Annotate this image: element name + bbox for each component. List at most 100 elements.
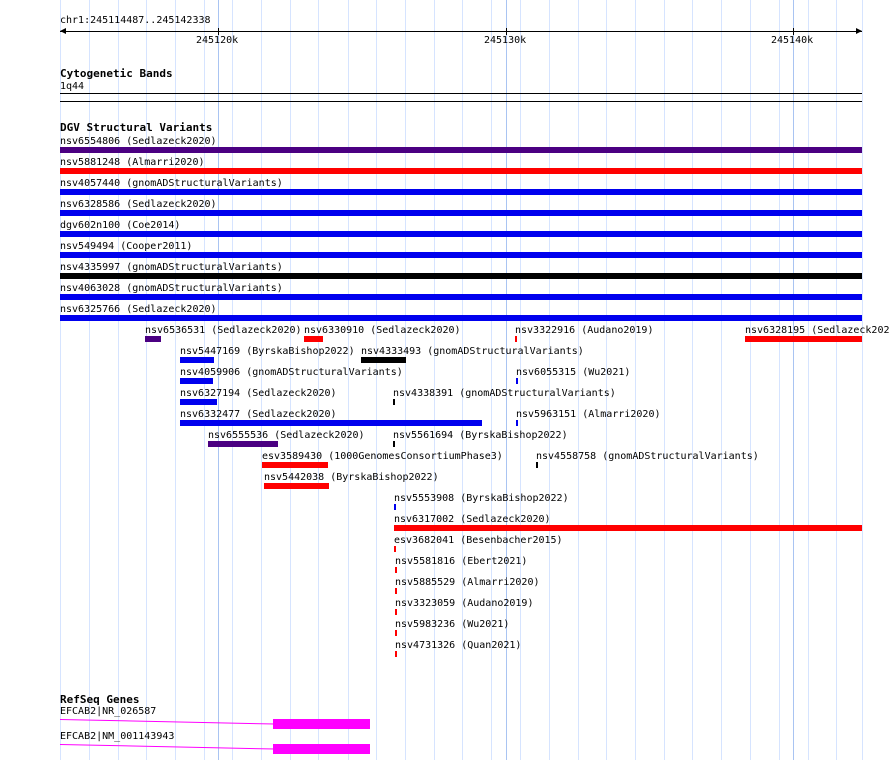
sv-feature-bar[interactable]	[180, 357, 214, 363]
sv-feature-bar[interactable]	[394, 546, 396, 552]
grid-line	[175, 0, 176, 760]
grid-line-major	[218, 0, 219, 760]
grid-line	[89, 0, 90, 760]
sv-feature-label: dgv602n100 (Coe2014)	[60, 220, 181, 231]
ruler-tick-label: 245120k	[196, 35, 239, 46]
ruler-location-label: chr1:245114487..245142338	[60, 15, 211, 26]
sv-feature-label: nsv4057440 (gnomADStructuralVariants)	[60, 178, 283, 189]
sv-feature-bar[interactable]	[395, 567, 397, 573]
gene-exon-bar[interactable]	[273, 744, 370, 754]
sv-feature-label: nsv4333493 (gnomADStructuralVariants)	[361, 346, 584, 357]
sv-feature-bar[interactable]	[745, 336, 862, 342]
sv-feature-bar[interactable]	[145, 336, 161, 342]
ruler-tick-label: 245140k	[771, 35, 814, 46]
ruler-tick	[218, 28, 219, 35]
genome-browser-view: chr1:245114487..245142338 245120k 245130k…	[0, 0, 890, 760]
grid-line	[318, 0, 319, 760]
sv-feature-bar[interactable]	[264, 483, 329, 489]
sv-feature-bar[interactable]	[516, 378, 518, 384]
sv-feature-bar[interactable]	[60, 294, 862, 300]
sv-feature-label: nsv6328586 (Sedlazeck2020)	[60, 199, 217, 210]
sv-feature-bar[interactable]	[180, 420, 482, 426]
sv-feature-bar[interactable]	[60, 315, 862, 321]
grid-line	[146, 0, 147, 760]
sv-feature-bar[interactable]	[208, 441, 278, 447]
sv-feature-label: nsv549494 (Cooper2011)	[60, 241, 193, 252]
sv-feature-bar[interactable]	[395, 651, 397, 657]
sv-feature-bar[interactable]	[394, 504, 396, 510]
sv-feature-bar[interactable]	[60, 189, 862, 195]
sv-feature-bar[interactable]	[395, 609, 397, 615]
sv-feature-bar[interactable]	[394, 525, 862, 531]
grid-line	[750, 0, 751, 760]
cytoband-bar[interactable]	[60, 93, 862, 102]
sv-feature-bar[interactable]	[393, 441, 395, 447]
sv-feature-label: esv3589430 (1000GenomesConsortiumPhase3)	[262, 451, 503, 462]
grid-line	[290, 0, 291, 760]
ruler-tick	[506, 28, 507, 35]
refseq-track-title: RefSeq Genes	[60, 693, 140, 706]
sv-feature-bar[interactable]	[395, 588, 397, 594]
cytoband-label: 1q44	[60, 81, 85, 92]
sv-feature-label: nsv4731326 (Quan2021)	[395, 640, 522, 651]
grid-line	[862, 0, 863, 760]
sv-feature-label: nsv6328195 (Sedlazeck2020)	[745, 325, 890, 336]
sv-feature-bar[interactable]	[60, 252, 862, 258]
sv-feature-label: nsv5442038 (ByrskaBishop2022)	[264, 472, 439, 483]
sv-feature-label: nsv6555536 (Sedlazeck2020)	[208, 430, 365, 441]
grid-line	[348, 0, 349, 760]
sv-feature-bar[interactable]	[180, 399, 217, 405]
sv-feature-label: nsv6055315 (Wu2021)	[516, 367, 631, 378]
grid-line	[635, 0, 636, 760]
ruler-right-arrow-icon	[856, 28, 862, 34]
cytobands-track-title: Cytogenetic Bands	[60, 67, 173, 80]
sv-feature-bar[interactable]	[60, 168, 862, 174]
sv-feature-bar[interactable]	[60, 147, 862, 153]
sv-feature-bar[interactable]	[304, 336, 323, 342]
sv-feature-label: nsv5581816 (Ebert2021)	[395, 556, 528, 567]
sv-feature-bar[interactable]	[262, 462, 328, 468]
grid-line	[549, 0, 550, 760]
grid-line	[808, 0, 809, 760]
ruler-line	[60, 31, 862, 32]
sv-feature-label: nsv6317002 (Sedlazeck2020)	[394, 514, 551, 525]
sv-feature-bar[interactable]	[395, 630, 397, 636]
sv-feature-bar[interactable]	[515, 336, 517, 342]
sv-feature-bar[interactable]	[516, 420, 518, 426]
grid-line	[779, 0, 780, 760]
grid-line	[606, 0, 607, 760]
ruler-tick	[793, 28, 794, 35]
grid-line	[578, 0, 579, 760]
dgv-track-title: DGV Structural Variants	[60, 121, 213, 134]
sv-feature-bar[interactable]	[60, 273, 862, 279]
sv-feature-label: nsv6330910 (Sedlazeck2020)	[304, 325, 461, 336]
sv-feature-bar[interactable]	[60, 231, 862, 237]
ruler-left-arrow-icon	[60, 28, 66, 34]
sv-feature-label: nsv5983236 (Wu2021)	[395, 619, 510, 630]
gene-label: EFCAB2|NR_026587	[60, 706, 157, 717]
grid-line	[118, 0, 119, 760]
sv-feature-bar[interactable]	[180, 378, 213, 384]
grid-line	[664, 0, 665, 760]
sv-feature-label: nsv4338391 (gnomADStructuralVariants)	[393, 388, 616, 399]
grid-line	[692, 0, 693, 760]
sv-feature-bar[interactable]	[536, 462, 538, 468]
sv-feature-label: nsv6327194 (Sedlazeck2020)	[180, 388, 337, 399]
sv-feature-label: nsv6554806 (Sedlazeck2020)	[60, 136, 217, 147]
grid-line	[232, 0, 233, 760]
gene-exon-bar[interactable]	[273, 719, 370, 729]
grid-line	[721, 0, 722, 760]
sv-feature-label: esv3682041 (Besenbacher2015)	[394, 535, 563, 546]
sv-feature-label: nsv5561694 (ByrskaBishop2022)	[393, 430, 568, 441]
sv-feature-bar[interactable]	[393, 399, 395, 405]
sv-feature-label: nsv5553908 (ByrskaBishop2022)	[394, 493, 569, 504]
sv-feature-label: nsv6536531 (Sedlazeck2020)	[145, 325, 302, 336]
sv-feature-label: nsv5885529 (Almarri2020)	[395, 577, 540, 588]
grid-line-major	[793, 0, 794, 760]
ruler-tick-label: 245130k	[484, 35, 527, 46]
sv-feature-bar[interactable]	[60, 210, 862, 216]
sv-feature-label: nsv3323059 (Audano2019)	[395, 598, 534, 609]
sv-feature-label: nsv4059906 (gnomADStructuralVariants)	[180, 367, 403, 378]
sv-feature-label: nsv6325766 (Sedlazeck2020)	[60, 304, 217, 315]
sv-feature-bar[interactable]	[361, 357, 406, 363]
